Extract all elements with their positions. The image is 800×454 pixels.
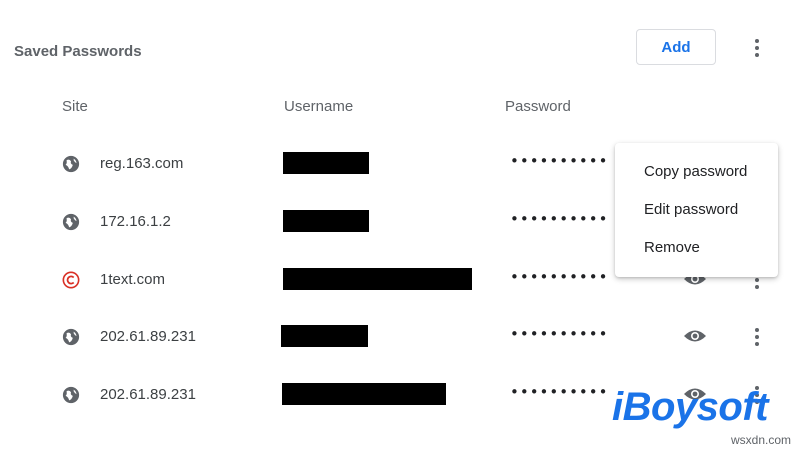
- menu-item-remove[interactable]: Remove: [644, 239, 700, 256]
- menu-item-copy-password[interactable]: Copy password: [644, 163, 747, 180]
- globe-icon: [62, 213, 80, 231]
- password-mask: ••••••••••: [510, 268, 609, 286]
- site-name: 202.61.89.231: [100, 328, 196, 345]
- redacted-username: [283, 268, 472, 290]
- column-header-site: Site: [62, 98, 88, 115]
- add-password-button[interactable]: Add: [636, 29, 716, 65]
- password-mask: ••••••••••: [510, 325, 609, 343]
- row-more-actions-icon[interactable]: [747, 325, 767, 349]
- site-name: 172.16.1.2: [100, 213, 171, 230]
- site-name: 1text.com: [100, 271, 166, 288]
- redacted-username: [281, 325, 368, 347]
- iboysoft-watermark-logo: iBoysoft: [612, 385, 769, 429]
- site-name: 202.61.89.231: [100, 386, 196, 403]
- redacted-username: [282, 383, 446, 405]
- site-credit-text: wsxdn.com: [731, 433, 792, 447]
- password-context-menu: Copy password Edit password Remove: [615, 143, 778, 277]
- copyright-favicon-icon: [62, 271, 80, 289]
- table-row: 202.61.89.231 ••••••••••: [0, 308, 800, 365]
- column-header-password: Password: [505, 98, 571, 115]
- more-actions-icon[interactable]: [747, 36, 767, 60]
- show-password-eye-icon[interactable]: [683, 327, 707, 345]
- redacted-username: [283, 210, 369, 232]
- site-name: reg.163.com: [100, 155, 184, 172]
- menu-item-edit-password[interactable]: Edit password: [644, 201, 738, 218]
- globe-icon: [62, 155, 80, 173]
- globe-icon: [62, 328, 80, 346]
- password-mask: ••••••••••: [510, 152, 609, 170]
- password-mask: ••••••••••: [510, 210, 609, 228]
- column-header-username: Username: [284, 98, 354, 115]
- page-title: Saved Passwords: [14, 43, 142, 60]
- globe-icon: [62, 386, 80, 404]
- password-mask: ••••••••••: [510, 383, 609, 401]
- redacted-username: [283, 152, 369, 174]
